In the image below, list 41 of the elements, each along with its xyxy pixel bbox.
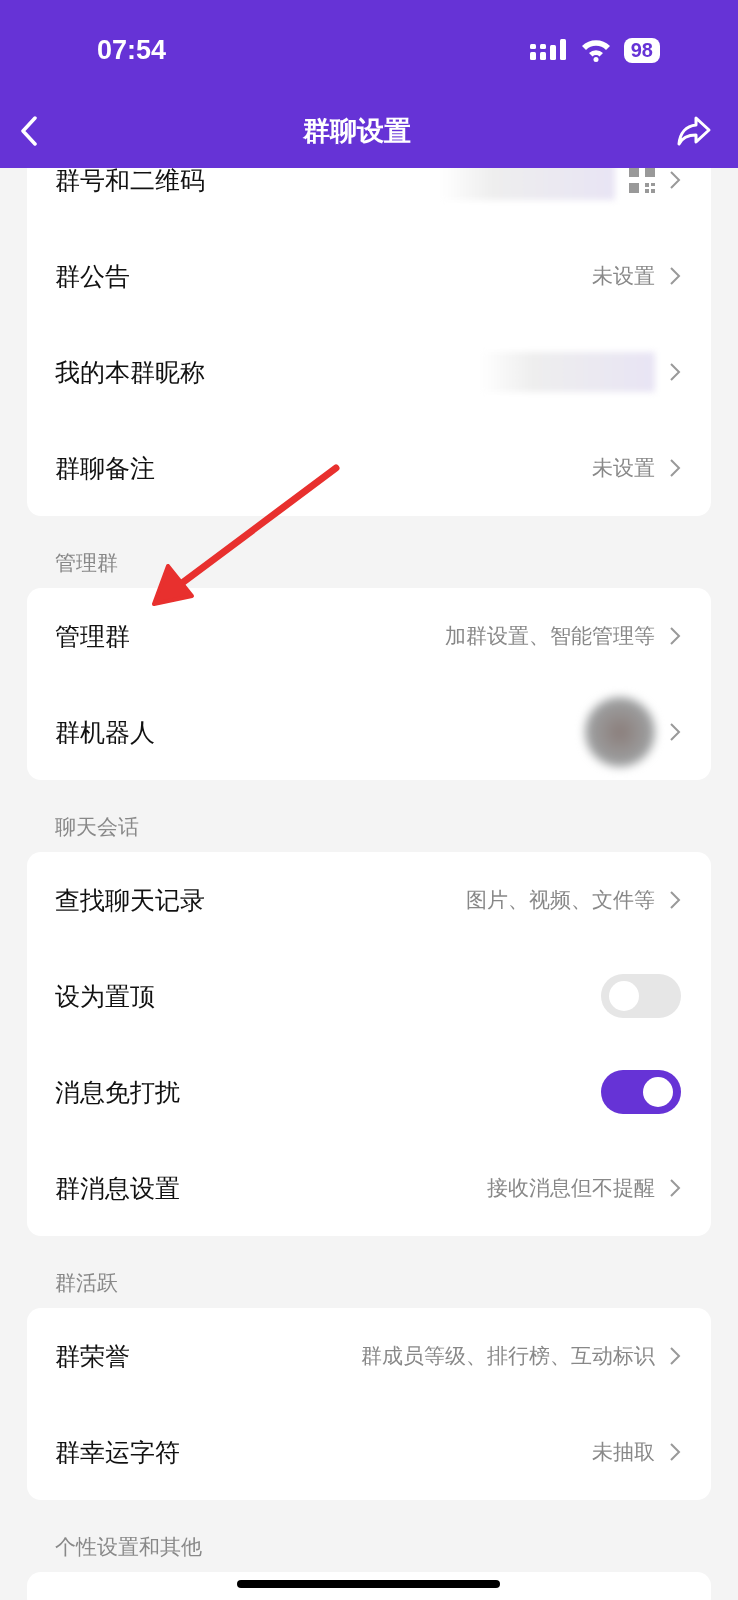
row-value: 群成员等级、排行榜、互动标识 <box>361 1343 655 1370</box>
row-label: 群幸运字符 <box>55 1436 180 1469</box>
chevron-icon <box>669 722 681 742</box>
share-icon[interactable] <box>676 115 712 147</box>
row-value: 未设置 <box>592 263 655 290</box>
row-value: 未抽取 <box>592 1439 655 1466</box>
toggle-switch[interactable] <box>601 974 681 1018</box>
row-value: 图片、视频、文件等 <box>466 887 655 914</box>
chevron-icon <box>669 1178 681 1198</box>
row-label: 我的本群昵称 <box>55 356 205 389</box>
row-label: 管理群 <box>55 620 130 653</box>
chevron-icon <box>669 1442 681 1462</box>
status-time: 07:54 <box>97 34 167 66</box>
chevron-icon <box>669 170 681 190</box>
signal-icon <box>529 39 568 61</box>
battery-level: 98 <box>623 37 660 63</box>
page-title: 群聊设置 <box>303 114 411 148</box>
row-value: 加群设置、智能管理等 <box>445 623 655 650</box>
row-label: 群号和二维码 <box>55 164 205 197</box>
back-icon[interactable] <box>20 116 38 146</box>
row-label: 设为置顶 <box>55 980 155 1013</box>
toggle-switch[interactable] <box>601 1070 681 1114</box>
chevron-icon <box>669 890 681 910</box>
section-header: 群活跃 <box>55 1271 118 1295</box>
chevron-icon <box>669 266 681 286</box>
row-label: 查找聊天记录 <box>55 884 205 917</box>
chevron-icon <box>669 362 681 382</box>
section-header: 个性设置和其他 <box>55 1535 202 1559</box>
row-label: 群机器人 <box>55 716 155 749</box>
chevron-icon <box>669 1346 681 1366</box>
row-value: 未设置 <box>592 455 655 482</box>
row-label: 群消息设置 <box>55 1172 180 1205</box>
row-label: 消息免打扰 <box>55 1076 180 1109</box>
row-label: 群荣誉 <box>55 1340 130 1373</box>
section-header: 管理群 <box>55 551 118 575</box>
row-label: 群公告 <box>55 260 130 293</box>
section-header: 聊天会话 <box>55 815 139 839</box>
row-value: 接收消息但不提醒 <box>487 1175 655 1202</box>
chevron-icon <box>669 626 681 646</box>
chevron-icon <box>669 458 681 478</box>
row-label: 群聊备注 <box>55 452 155 485</box>
